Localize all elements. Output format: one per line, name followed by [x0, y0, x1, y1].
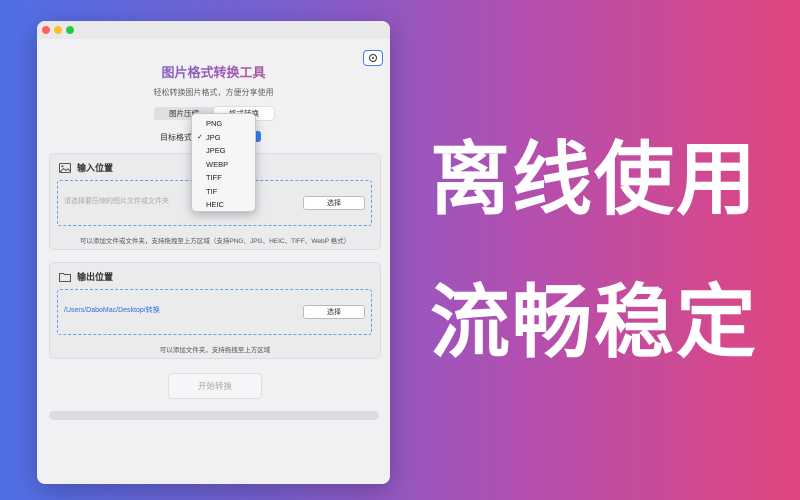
zoom-window-button[interactable]	[66, 26, 74, 34]
format-dropdown-menu: PNG ✓ JPG JPEG WEBP TIFF TIF HEIC	[191, 113, 256, 212]
app-title: 图片格式转换工具	[37, 62, 390, 81]
output-dropzone[interactable]: /Users/DaboMac/Desktop/转换 选择	[57, 289, 372, 335]
target-format-label: 目标格式	[160, 133, 192, 142]
dropdown-option-selected[interactable]: ✓ JPG	[192, 131, 255, 145]
app-subtitle: 轻松转换图片格式，方便分享使用	[153, 88, 274, 97]
app-window: 图片格式转换工具 轻松转换图片格式，方便分享使用 图片压缩 格式转换 目标格式 …	[37, 21, 390, 484]
folder-icon	[59, 272, 71, 282]
input-placeholder: 请选择要压缩的图片文件或文件夹	[64, 198, 169, 205]
minimize-window-button[interactable]	[54, 26, 62, 34]
choose-input-button[interactable]: 选择	[303, 196, 365, 210]
dropdown-option[interactable]: TIFF	[192, 171, 255, 185]
promo-line-2: 流畅稳定	[430, 276, 758, 369]
promo-line-1: 离线使用	[430, 133, 758, 226]
input-section-title: 输入位置	[77, 163, 114, 173]
dropdown-option[interactable]: JPEG	[192, 144, 255, 158]
dropdown-option[interactable]: PNG	[192, 117, 255, 131]
output-section: 输出位置 /Users/DaboMac/Desktop/转换 选择 可以添加文件…	[49, 262, 381, 359]
title-bar	[37, 21, 390, 39]
output-hint: 可以添加文件夹，支持拖拽至上方区域	[159, 347, 271, 354]
image-icon	[59, 162, 71, 173]
output-path: /Users/DaboMac/Desktop/转换	[64, 307, 160, 314]
dropdown-option[interactable]: TIF	[192, 185, 255, 199]
dropdown-option[interactable]: HEIC	[192, 198, 255, 212]
start-convert-button[interactable]: 开始转换	[168, 373, 262, 399]
dropdown-option[interactable]: WEBP	[192, 158, 255, 172]
close-window-button[interactable]	[42, 26, 50, 34]
input-hint: 可以添加文件或文件夹，支持拖拽至上方区域（支持PNG、JPG、HEIC、TIFF…	[79, 238, 351, 245]
checkmark-icon: ✓	[197, 134, 203, 142]
progress-bar	[49, 411, 379, 420]
choose-output-button[interactable]: 选择	[303, 305, 365, 319]
record-icon	[369, 54, 377, 62]
output-section-title: 输出位置	[77, 272, 114, 282]
